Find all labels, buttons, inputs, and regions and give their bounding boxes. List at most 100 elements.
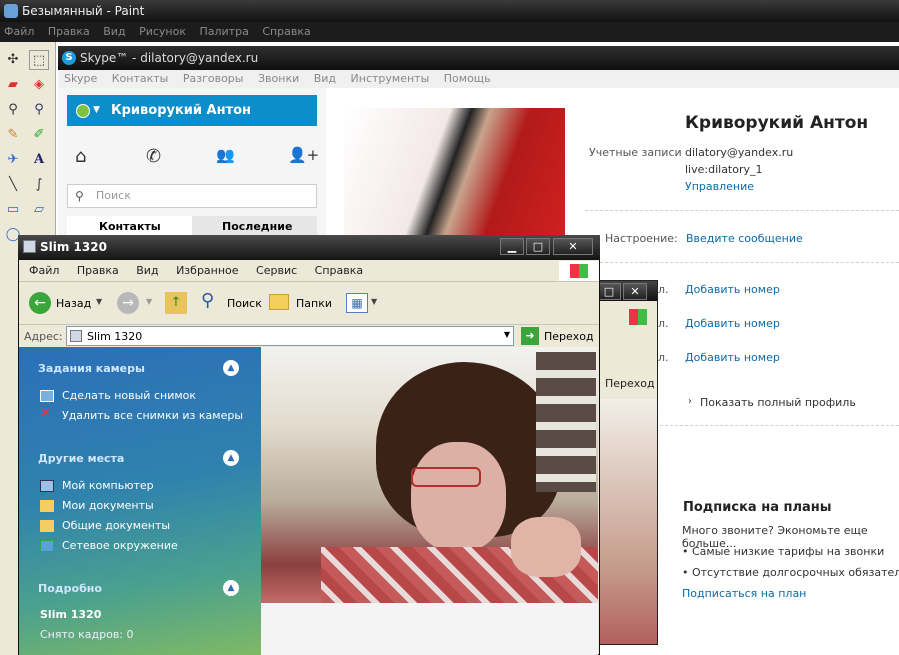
add-contact-icon[interactable]: 👤+ xyxy=(288,146,319,164)
folders-icon[interactable] xyxy=(269,294,289,310)
profile-divider xyxy=(660,425,899,426)
profile-name: Криворукий Антон xyxy=(685,113,869,133)
explorer-menu-tools[interactable]: Сервис xyxy=(256,264,297,277)
curve-tool-icon[interactable]: ∫ xyxy=(29,175,49,195)
mood-input-link[interactable]: Введите сообщение xyxy=(686,232,803,245)
back-arrow-icon[interactable]: ← xyxy=(29,292,51,314)
my-computer-link[interactable]: Мой компьютер xyxy=(62,479,154,492)
skype-menu-tools[interactable]: Инструменты xyxy=(351,72,430,85)
show-full-profile-link[interactable]: Показать полный профиль xyxy=(700,396,856,409)
explorer-menu-edit[interactable]: Правка xyxy=(77,264,119,277)
back-button[interactable]: Назад xyxy=(56,297,91,310)
paint-menu-edit[interactable]: Правка xyxy=(48,25,90,38)
add-number-link[interactable]: Добавить номер xyxy=(685,351,780,364)
skype-menu-contacts[interactable]: Контакты xyxy=(112,72,169,85)
folders-button[interactable]: Папки xyxy=(296,297,332,310)
network-places-link[interactable]: Сетевое окружение xyxy=(62,539,178,552)
subscribe-plan-link[interactable]: Подписаться на план xyxy=(682,587,806,600)
home-icon[interactable]: ⌂ xyxy=(75,146,86,167)
my-documents-icon xyxy=(40,500,54,512)
skype-search-input[interactable]: ⚲ Поиск xyxy=(67,184,317,208)
rectangle-tool-icon[interactable]: ▭ xyxy=(3,200,23,220)
free-select-tool-icon[interactable]: ✣ xyxy=(3,50,23,70)
paint-menu-palette[interactable]: Палитра xyxy=(199,25,248,38)
views-dropdown-icon[interactable]: ▼ xyxy=(371,297,377,306)
explorer-menu-view[interactable]: Вид xyxy=(136,264,158,277)
camera-snapshot-icon xyxy=(40,390,54,402)
explorer-menu-help[interactable]: Справка xyxy=(315,264,363,277)
rect-select-tool-icon[interactable]: ⬚ xyxy=(29,50,49,70)
go-arrow-icon[interactable]: ➜ xyxy=(521,327,539,345)
background-close-button[interactable]: ✕ xyxy=(623,283,647,300)
color-picker-tool-icon[interactable]: ⚲ xyxy=(3,100,23,120)
webcam-hand xyxy=(511,517,581,577)
background-go-label[interactable]: Переход xyxy=(605,377,655,390)
paint-menu-help[interactable]: Справка xyxy=(262,25,310,38)
skype-menu-help[interactable]: Помощь xyxy=(444,72,491,85)
explorer-menu-file[interactable]: Файл xyxy=(29,264,59,277)
add-number-link[interactable]: Добавить номер xyxy=(685,283,780,296)
phone-label: л. xyxy=(658,317,669,330)
address-input[interactable]: Slim 1320 ▼ xyxy=(66,326,514,346)
forward-arrow-icon[interactable]: → xyxy=(117,292,139,314)
skype-menu-conversations[interactable]: Разговоры xyxy=(183,72,244,85)
brush-tool-icon[interactable]: ✐ xyxy=(29,125,49,145)
paint-menu-image[interactable]: Рисунок xyxy=(139,25,186,38)
go-button[interactable]: Переход xyxy=(544,330,594,343)
manage-link[interactable]: Управление xyxy=(685,180,754,193)
shared-documents-link[interactable]: Общие документы xyxy=(62,519,170,532)
take-snapshot-link[interactable]: Сделать новый снимок xyxy=(62,389,196,402)
details-name: Slim 1320 xyxy=(40,608,102,621)
eraser-tool-icon[interactable]: ▰ xyxy=(3,75,23,95)
my-documents-link[interactable]: Мои документы xyxy=(62,499,154,512)
plans-title: Подписка на планы xyxy=(683,500,832,515)
paint-menu-view[interactable]: Вид xyxy=(103,25,125,38)
skype-profile-bar[interactable]: ▼ Криворукий Антон xyxy=(67,95,317,126)
paint-app-icon xyxy=(4,4,18,18)
chevron-down-icon[interactable]: ▼ xyxy=(93,95,100,126)
phone-icon[interactable]: ✆ xyxy=(146,146,161,167)
views-icon[interactable]: ▦ xyxy=(346,293,368,313)
polygon-tool-icon[interactable]: ▱ xyxy=(29,200,49,220)
fill-tool-icon[interactable]: ◈ xyxy=(29,75,49,95)
camera-tasks-heading[interactable]: Задания камеры xyxy=(38,362,145,375)
forward-dropdown-icon[interactable]: ▼ xyxy=(146,297,152,306)
details-frames: Снято кадров: 0 xyxy=(40,628,134,641)
maximize-button[interactable]: □ xyxy=(526,238,550,255)
skype-menu-calls[interactable]: Звонки xyxy=(258,72,299,85)
details-heading[interactable]: Подробно xyxy=(38,582,102,595)
search-button[interactable]: Поиск xyxy=(227,297,262,310)
address-dropdown-icon[interactable]: ▼ xyxy=(504,330,510,339)
folder-up-icon[interactable]: ↑ xyxy=(165,292,187,314)
collapse-icon[interactable]: ▲ xyxy=(223,360,239,376)
airbrush-tool-icon[interactable]: ✈ xyxy=(3,150,23,170)
skype-menubar: Skype Контакты Разговоры Звонки Вид Инст… xyxy=(58,70,899,88)
magnifier-tool-icon[interactable]: ⚲ xyxy=(29,100,49,120)
other-places-heading[interactable]: Другие места xyxy=(38,452,124,465)
text-tool-icon[interactable]: A xyxy=(29,150,49,170)
line-tool-icon[interactable]: ╲ xyxy=(3,175,23,195)
explorer-menu-favorites[interactable]: Избранное xyxy=(176,264,238,277)
delete-all-snapshots-link[interactable]: Удалить все снимки из камеры xyxy=(62,409,243,422)
windows-flag-icon xyxy=(559,261,599,281)
add-number-link[interactable]: Добавить номер xyxy=(685,317,780,330)
minimize-button[interactable]: ▁ xyxy=(500,238,524,255)
group-icon[interactable]: 👥 xyxy=(216,146,235,164)
collapse-icon[interactable]: ▲ xyxy=(223,580,239,596)
webcam-glasses xyxy=(411,467,481,487)
search-icon[interactable]: ⚲ xyxy=(201,290,214,311)
paint-menu-file[interactable]: Файл xyxy=(4,25,34,38)
shared-documents-icon xyxy=(40,520,54,532)
status-online-icon[interactable] xyxy=(76,104,90,118)
profile-divider xyxy=(600,262,899,263)
close-button[interactable]: ✕ xyxy=(553,238,593,255)
collapse-icon[interactable]: ▲ xyxy=(223,450,239,466)
chevron-right-icon[interactable]: › xyxy=(688,396,692,407)
webcam-preview xyxy=(261,347,598,603)
back-dropdown-icon[interactable]: ▼ xyxy=(96,297,102,306)
skype-menu-skype[interactable]: Skype xyxy=(64,72,97,85)
pencil-tool-icon[interactable]: ✎ xyxy=(3,125,23,145)
skype-menu-view[interactable]: Вид xyxy=(314,72,336,85)
background-window-photo xyxy=(599,399,657,644)
background-maximize-button[interactable]: □ xyxy=(597,283,621,300)
